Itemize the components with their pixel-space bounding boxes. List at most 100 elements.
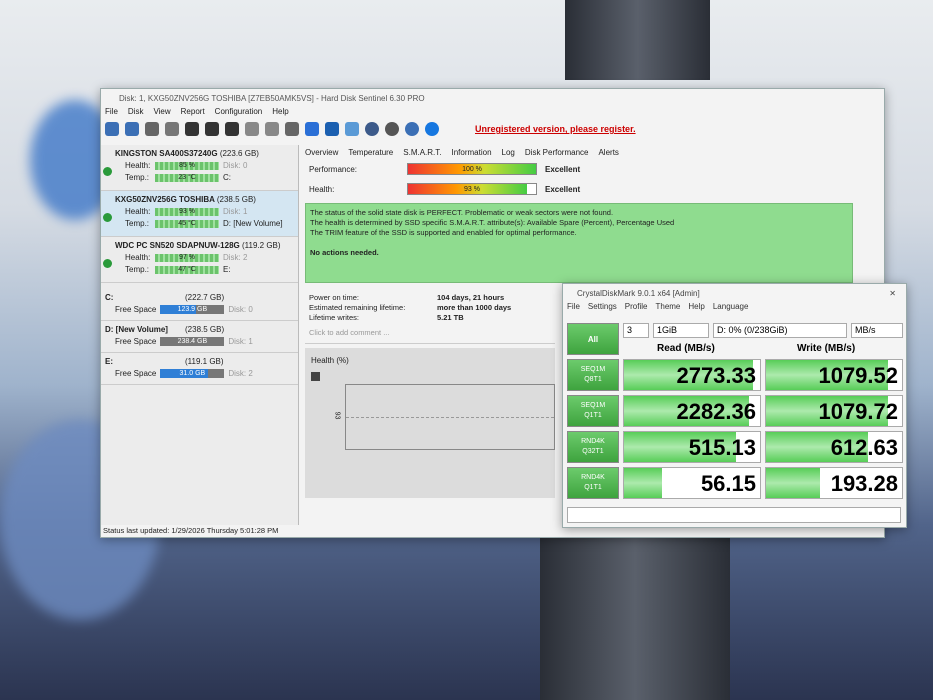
save-icon[interactable]	[311, 372, 320, 381]
disk-schedule-icon[interactable]	[185, 122, 199, 136]
refresh-all-icon[interactable]	[125, 122, 139, 136]
menu-help[interactable]: Help	[688, 302, 704, 314]
performance-bar: 100 %	[407, 163, 537, 175]
performance-rating: Excellent	[545, 164, 581, 174]
benchmark-row: SEQ1M Q8T1 2773.33 1079.52	[567, 359, 903, 393]
benchmark-row: SEQ1M Q1T1 2282.36 1079.72	[567, 395, 903, 429]
disk-check-icon[interactable]	[205, 122, 219, 136]
help-icon[interactable]	[405, 122, 419, 136]
disk-index: Disk: 1	[228, 337, 253, 346]
sound-icon[interactable]	[385, 122, 399, 136]
window-title: CrystalDiskMark 9.0.1 x64 [Admin]	[577, 288, 700, 298]
disk-icon[interactable]	[165, 122, 179, 136]
read-result: 56.15	[623, 467, 761, 499]
test-params: Q1T1	[584, 412, 602, 419]
surface-test-icon[interactable]	[245, 122, 259, 136]
tab-information[interactable]: Information	[452, 148, 492, 157]
install-icon[interactable]	[285, 122, 299, 136]
refresh-icon[interactable]	[105, 122, 119, 136]
volume-size: (222.7 GB)	[185, 293, 225, 302]
menu-file[interactable]: File	[567, 302, 580, 314]
disk-item[interactable]: WDC PC SN520 SDAPNUW-128G (119.2 GB) Hea…	[101, 237, 298, 283]
tab-overview[interactable]: Overview	[305, 148, 338, 157]
tab-alerts[interactable]: Alerts	[598, 148, 618, 157]
title-bar: Disk: 1, KXG50ZNV256G TOSHIBA [Z7EB50AMK…	[119, 93, 425, 103]
health-rating: Excellent	[545, 184, 581, 194]
menu-help[interactable]: Help	[272, 107, 288, 119]
info-icon[interactable]	[425, 122, 439, 136]
volume-item[interactable]: E: (119.1 GB) Free Space 31.0 GB Disk: 2	[101, 353, 298, 385]
info-value: 104 days, 21 hours	[437, 293, 505, 302]
menu-disk[interactable]: Disk	[128, 107, 144, 119]
write-value: 1079.72	[818, 399, 898, 424]
health-bar: 93 %	[155, 207, 219, 216]
disk-size: (223.6 GB)	[219, 149, 259, 158]
test-button[interactable]: SEQ1M Q8T1	[567, 359, 619, 391]
write-header: Write (MB/s)	[797, 343, 856, 354]
menu-language[interactable]: Language	[713, 302, 749, 314]
comment-field[interactable]	[567, 507, 901, 523]
size-select[interactable]: 1GiB	[653, 323, 709, 338]
drive-letter: C:	[223, 173, 231, 182]
free-space-bar: 238.4 GB	[160, 337, 225, 346]
info-key: Estimated remaining lifetime:	[309, 303, 406, 312]
free-space-label: Free Space	[115, 337, 157, 346]
health-label: Health:	[309, 184, 335, 194]
test-button[interactable]: RND4K Q32T1	[567, 431, 619, 463]
status-ok-icon	[103, 213, 112, 222]
tab-log[interactable]: Log	[502, 148, 515, 157]
drive-letter: E:	[223, 265, 231, 274]
status-line: The status of the solid state disk is PE…	[310, 208, 614, 217]
disk-tools-icon[interactable]	[225, 122, 239, 136]
menu-file[interactable]: File	[105, 107, 118, 119]
health-bar: 85 %	[155, 161, 219, 170]
menu-settings[interactable]: Settings	[588, 302, 617, 314]
volume-item[interactable]: D: [New Volume] (238.5 GB) Free Space 238.…	[101, 321, 298, 353]
disk-item[interactable]: KINGSTON SA400S37240G (223.6 GB) Health:…	[101, 145, 298, 191]
chart-plot-area	[345, 384, 555, 450]
background-tower	[565, 0, 710, 80]
run-all-button[interactable]: All	[567, 323, 619, 355]
email-icon[interactable]	[325, 122, 339, 136]
unit-select[interactable]: MB/s	[851, 323, 903, 338]
close-icon[interactable]: ✕	[889, 289, 896, 298]
menu-theme[interactable]: Theme	[655, 302, 680, 314]
menu-configuration[interactable]: Configuration	[215, 107, 263, 119]
drive-select[interactable]: D: 0% (0/238GiB)	[713, 323, 847, 338]
disk-index: Disk: 2	[228, 369, 253, 378]
message-icon[interactable]	[345, 122, 359, 136]
read-value: 515.13	[688, 435, 756, 460]
status-action: No actions needed.	[310, 248, 379, 257]
free-space-bar: 123.9 GB	[160, 305, 225, 314]
report-icon[interactable]	[305, 122, 319, 136]
menu-report[interactable]: Report	[181, 107, 205, 119]
disk-item-selected[interactable]: KXG50ZNV256G TOSHIBA (238.5 GB) Health: 9…	[101, 191, 298, 237]
tab-temperature[interactable]: Temperature	[348, 148, 393, 157]
disk-list-icon[interactable]	[145, 122, 159, 136]
temp-label: Temp.:	[125, 219, 150, 228]
gear-icon[interactable]	[365, 122, 379, 136]
write-result: 1079.72	[765, 395, 903, 427]
test-name: RND4K	[581, 474, 605, 481]
free-space-label: Free Space	[115, 305, 157, 314]
status-ok-icon	[103, 167, 112, 176]
benchmark-row: RND4K Q32T1 515.13 612.63	[567, 431, 903, 465]
volume-item[interactable]: C: (222.7 GB) Free Space 123.9 GB Disk: 0	[101, 289, 298, 321]
disk-list-panel: KINGSTON SA400S37240G (223.6 GB) Health:…	[101, 145, 299, 525]
count-select[interactable]: 3	[623, 323, 649, 338]
register-link[interactable]: Unregistered version, please register.	[475, 124, 636, 134]
comment-field[interactable]: Click to add comment ...	[305, 322, 555, 344]
menu-view[interactable]: View	[153, 107, 170, 119]
menu-profile[interactable]: Profile	[625, 302, 648, 314]
test-button[interactable]: SEQ1M Q1T1	[567, 395, 619, 427]
tools-icon[interactable]	[265, 122, 279, 136]
test-button[interactable]: RND4K Q1T1	[567, 467, 619, 499]
menu-bar: File Disk View Report Configuration Help	[101, 107, 884, 119]
temp-label: Temp.:	[125, 173, 150, 182]
status-line: The TRIM feature of the SSD is supported…	[310, 228, 577, 237]
tab-smart[interactable]: S.M.A.R.T.	[403, 148, 441, 157]
info-key: Lifetime writes:	[309, 313, 360, 322]
status-box: The status of the solid state disk is PE…	[305, 203, 853, 283]
tab-disk-performance[interactable]: Disk Performance	[525, 148, 589, 157]
temp-bar: 23 °C	[155, 173, 219, 182]
